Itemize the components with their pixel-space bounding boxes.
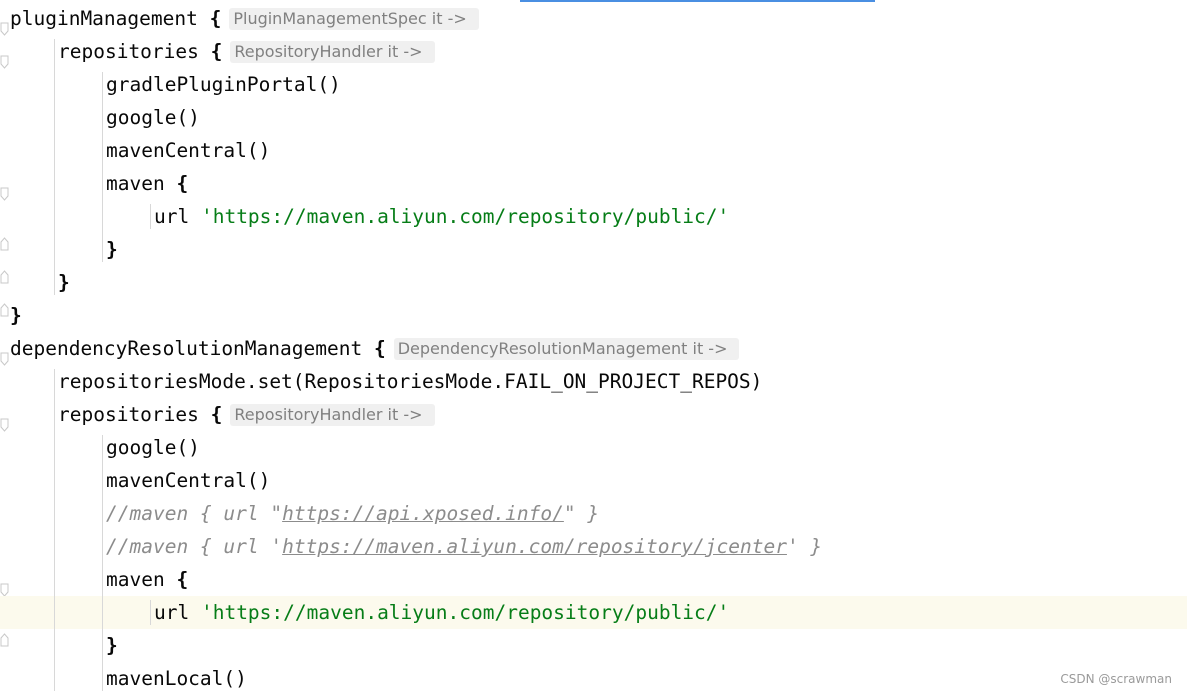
- code-text: }: [10, 299, 22, 332]
- code-token: {: [210, 40, 223, 63]
- inlay-type-hint[interactable]: PluginManagementSpec it ->: [229, 8, 479, 30]
- code-text: gradlePluginPortal(): [106, 68, 341, 101]
- inlay-type-hint[interactable]: RepositoryHandler it ->: [230, 404, 435, 426]
- code-token: {: [373, 337, 386, 360]
- code-token: {: [176, 172, 189, 195]
- code-token: https://api.xposed.info/: [282, 502, 564, 525]
- code-token: mavenCentral(): [106, 469, 271, 492]
- code-line[interactable]: google(): [0, 101, 1187, 134]
- code-token: }: [58, 271, 70, 294]
- code-text: }: [106, 233, 118, 266]
- code-token: mavenLocal(): [106, 667, 247, 690]
- code-line[interactable]: maven {: [0, 167, 1187, 200]
- code-line[interactable]: dependencyResolutionManagement { Dependen…: [0, 332, 1187, 365]
- code-line[interactable]: //maven { url "https://api.xposed.info/"…: [0, 497, 1187, 530]
- indent-guide: [102, 72, 103, 262]
- code-text: maven {: [106, 167, 188, 200]
- code-line[interactable]: }: [0, 233, 1187, 266]
- code-token: google(): [106, 106, 200, 129]
- code-token: maven: [106, 568, 177, 591]
- code-token: https://maven.aliyun.com/repository/jcen…: [282, 535, 787, 558]
- code-text: url 'https://maven.aliyun.com/repository…: [154, 596, 729, 629]
- code-line[interactable]: }: [0, 629, 1187, 662]
- code-text: repositories { RepositoryHandler it ->: [58, 398, 435, 431]
- code-token: gradlePluginPortal(): [106, 73, 341, 96]
- code-text: google(): [106, 101, 200, 134]
- indent-guide: [54, 369, 55, 691]
- code-token: dependencyResolutionManagement: [10, 337, 374, 360]
- code-text: repositoriesMode.set(RepositoriesMode.FA…: [58, 365, 762, 398]
- inlay-type-hint[interactable]: DependencyResolutionManagement it ->: [393, 338, 740, 360]
- code-text: dependencyResolutionManagement { Dependen…: [10, 332, 740, 365]
- code-token: maven: [106, 172, 177, 195]
- code-line[interactable]: //maven { url 'https://maven.aliyun.com/…: [0, 530, 1187, 563]
- code-text: mavenLocal(): [106, 662, 247, 695]
- code-text: mavenCentral(): [106, 464, 270, 497]
- code-token: 'https://maven.aliyun.com/repository/pub…: [200, 601, 730, 624]
- code-line[interactable]: }: [0, 266, 1187, 299]
- code-token: 'https://maven.aliyun.com/repository/pub…: [200, 205, 730, 228]
- code-text: //maven { url 'https://maven.aliyun.com/…: [106, 530, 822, 563]
- code-text: //maven { url "https://api.xposed.info/"…: [106, 497, 599, 530]
- code-line[interactable]: maven {: [0, 563, 1187, 596]
- indent-guide: [150, 600, 151, 625]
- code-line[interactable]: url 'https://maven.aliyun.com/repository…: [0, 596, 1187, 629]
- code-token: {: [210, 403, 223, 426]
- code-token: {: [176, 568, 189, 591]
- code-token: repositories: [58, 403, 211, 426]
- code-token: }: [10, 304, 22, 327]
- indent-guide: [102, 435, 103, 691]
- code-token: mavenCentral(): [106, 139, 271, 162]
- code-line[interactable]: repositoriesMode.set(RepositoriesMode.FA…: [0, 365, 1187, 398]
- code-line[interactable]: pluginManagement { PluginManagementSpec i…: [0, 2, 1187, 35]
- code-line[interactable]: gradlePluginPortal(): [0, 68, 1187, 101]
- code-text: }: [58, 266, 70, 299]
- code-token: url: [154, 601, 201, 624]
- code-text: google(): [106, 431, 200, 464]
- code-text: mavenCentral(): [106, 134, 270, 167]
- code-text: }: [106, 629, 118, 662]
- code-editor[interactable]: pluginManagement { PluginManagementSpec i…: [0, 0, 1187, 693]
- code-line[interactable]: repositories { RepositoryHandler it ->: [0, 35, 1187, 68]
- code-token: pluginManagement: [10, 7, 210, 30]
- code-token: }: [106, 238, 118, 261]
- code-text: repositories { RepositoryHandler it ->: [58, 35, 435, 68]
- code-token: }: [106, 634, 118, 657]
- code-token: ' }: [786, 535, 823, 558]
- code-token: url: [154, 205, 201, 228]
- code-token: repositoriesMode.set(RepositoriesMode.FA…: [58, 370, 763, 393]
- code-token: //maven { url ": [106, 502, 283, 525]
- code-token: {: [209, 7, 222, 30]
- code-line[interactable]: mavenLocal(): [0, 662, 1187, 695]
- inlay-type-hint[interactable]: RepositoryHandler it ->: [230, 41, 435, 63]
- code-line[interactable]: google(): [0, 431, 1187, 464]
- code-token: //maven { url ': [106, 535, 283, 558]
- code-line[interactable]: repositories { RepositoryHandler it ->: [0, 398, 1187, 431]
- code-line[interactable]: url 'https://maven.aliyun.com/repository…: [0, 200, 1187, 233]
- indent-guide: [54, 39, 55, 295]
- code-token: " }: [563, 502, 600, 525]
- code-text: maven {: [106, 563, 188, 596]
- code-line[interactable]: }: [0, 299, 1187, 332]
- code-line[interactable]: mavenCentral(): [0, 134, 1187, 167]
- watermark: CSDN @scrawman: [1060, 672, 1172, 686]
- code-line[interactable]: mavenCentral(): [0, 464, 1187, 497]
- code-token: repositories: [58, 40, 211, 63]
- indent-guide: [150, 204, 151, 229]
- code-text: url 'https://maven.aliyun.com/repository…: [154, 200, 729, 233]
- code-text: pluginManagement { PluginManagementSpec i…: [10, 2, 479, 35]
- code-token: google(): [106, 436, 200, 459]
